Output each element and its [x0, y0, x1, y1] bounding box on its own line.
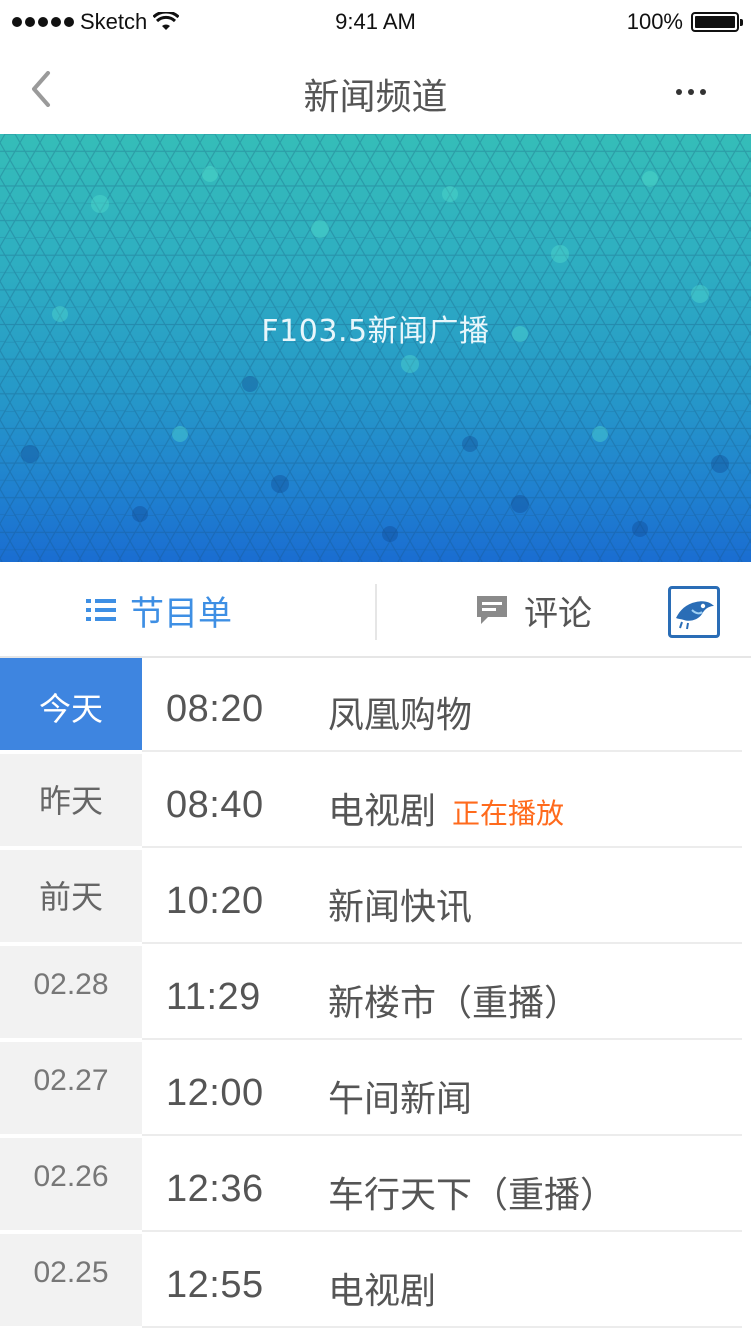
program-row[interactable]: 11:29 新楼市（重播）: [142, 946, 742, 1040]
day-date[interactable]: 02.26: [0, 1138, 142, 1230]
program-name: 午间新闻: [328, 1079, 473, 1120]
channel-banner: F103.5新闻广播: [0, 134, 751, 562]
program-row[interactable]: 12:36 车行天下（重播）: [142, 1138, 742, 1232]
program-title-wrap: 电视剧 正在播放: [328, 782, 564, 834]
day-date[interactable]: 02.25: [0, 1234, 142, 1326]
tab-schedule[interactable]: 节目单: [86, 562, 232, 658]
more-dot-icon: [676, 89, 682, 95]
day-yesterday[interactable]: 昨天: [0, 754, 142, 846]
tabs-row: 节目单 评论: [0, 562, 751, 658]
tab-divider: [375, 584, 377, 640]
program-title-wrap: 电视剧: [328, 1262, 436, 1314]
now-playing-badge: 正在播放: [452, 797, 565, 830]
program-time: 12:00: [166, 1072, 264, 1114]
program-title-wrap: 凤凰购物: [328, 686, 472, 738]
program-name: 车行天下（重播）: [328, 1175, 617, 1216]
nav-bar: 新闻频道: [0, 44, 751, 134]
list-item: 02.25 12:55 电视剧: [0, 1234, 751, 1330]
program-title-wrap: 新闻快讯: [328, 878, 472, 930]
program-row[interactable]: 12:55 电视剧: [142, 1234, 742, 1328]
more-dot-icon: [688, 89, 694, 95]
list-item: 02.26 12:36 车行天下（重播）: [0, 1138, 751, 1234]
program-name: 凤凰购物: [328, 695, 473, 736]
list-item: 02.28 11:29 新楼市（重播）: [0, 946, 751, 1042]
bird-icon: [676, 601, 714, 630]
list-item: 前天 10:20 新闻快讯: [0, 850, 751, 946]
program-time: 08:20: [166, 688, 264, 730]
list-item: 今天 08:20 凤凰购物: [0, 658, 751, 754]
program-time: 12:55: [166, 1264, 264, 1306]
program-title-wrap: 新楼市（重播）: [328, 974, 580, 1026]
program-row[interactable]: 10:20 新闻快讯: [142, 850, 742, 944]
program-time: 12:36: [166, 1168, 264, 1210]
program-name: 电视剧: [328, 1271, 437, 1312]
day-date[interactable]: 02.27: [0, 1042, 142, 1134]
program-row[interactable]: 08:20 凤凰购物: [142, 658, 742, 752]
program-time: 08:40: [166, 784, 264, 826]
more-button[interactable]: [661, 72, 721, 112]
program-title-wrap: 午间新闻: [328, 1070, 472, 1122]
bird-share-button[interactable]: [668, 586, 720, 638]
program-time: 10:20: [166, 880, 264, 922]
list-item: 昨天 08:40 电视剧 正在播放: [0, 754, 751, 850]
list-item: 02.27 12:00 午间新闻: [0, 1042, 751, 1138]
tab-comments[interactable]: 评论: [474, 562, 592, 658]
list-icon: [86, 599, 116, 621]
status-right: 100%: [626, 9, 743, 35]
program-row[interactable]: 12:00 午间新闻: [142, 1042, 742, 1136]
tab-comments-label: 评论: [524, 593, 592, 634]
comment-icon: [477, 596, 507, 624]
more-dot-icon: [700, 89, 706, 95]
program-name: 新楼市（重播）: [328, 983, 581, 1024]
tab-schedule-label: 节目单: [130, 593, 232, 634]
battery-percent: 100%: [626, 9, 683, 34]
program-time: 11:29: [166, 976, 261, 1018]
status-bar: Sketch 9:41 AM 100%: [0, 0, 751, 44]
day-date[interactable]: 02.28: [0, 946, 142, 1038]
program-name: 电视剧: [328, 791, 437, 832]
page-title: 新闻频道: [303, 77, 448, 118]
program-name: 新闻快讯: [328, 887, 473, 928]
day-before-yesterday[interactable]: 前天: [0, 850, 142, 942]
banner-title: F103.5新闻广播: [261, 314, 490, 349]
day-today[interactable]: 今天: [0, 658, 142, 750]
program-title-wrap: 车行天下（重播）: [328, 1166, 616, 1218]
program-row[interactable]: 08:40 电视剧 正在播放: [142, 754, 742, 848]
battery-icon: [691, 12, 743, 32]
